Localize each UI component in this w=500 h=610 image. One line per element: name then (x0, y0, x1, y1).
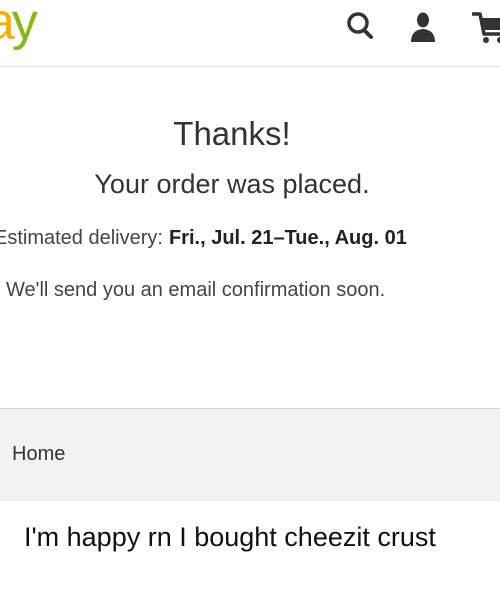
delivery-label: Estimated delivery: (0, 227, 163, 249)
home-bar: Home (0, 408, 500, 501)
estimated-delivery: Estimated delivery: Fri., Jul. 21–Tue., A… (0, 227, 407, 250)
search-icon[interactable] (344, 6, 378, 51)
logo-letter-a: a (0, 0, 15, 51)
order-confirmation-panel: Thanks! Your order was placed. Estimated… (0, 67, 500, 407)
thanks-heading: Thanks! (173, 115, 291, 152)
app-header: ay (0, 0, 500, 67)
user-icon[interactable] (406, 6, 440, 51)
delivery-dates: Fri., Jul. 21–Tue., Aug. 01 (168, 227, 407, 249)
ebay-logo[interactable]: ay (0, 0, 38, 51)
logo-letter-y: y (11, 0, 38, 51)
meme-caption: I'm happy rn I bought cheezit crust (24, 522, 436, 552)
email-confirmation-note: We'll send you an email confirmation soo… (6, 279, 386, 301)
home-link[interactable]: Home (12, 443, 65, 466)
cart-icon[interactable] (470, 6, 500, 51)
order-placed-message: Your order was placed. (94, 169, 370, 199)
